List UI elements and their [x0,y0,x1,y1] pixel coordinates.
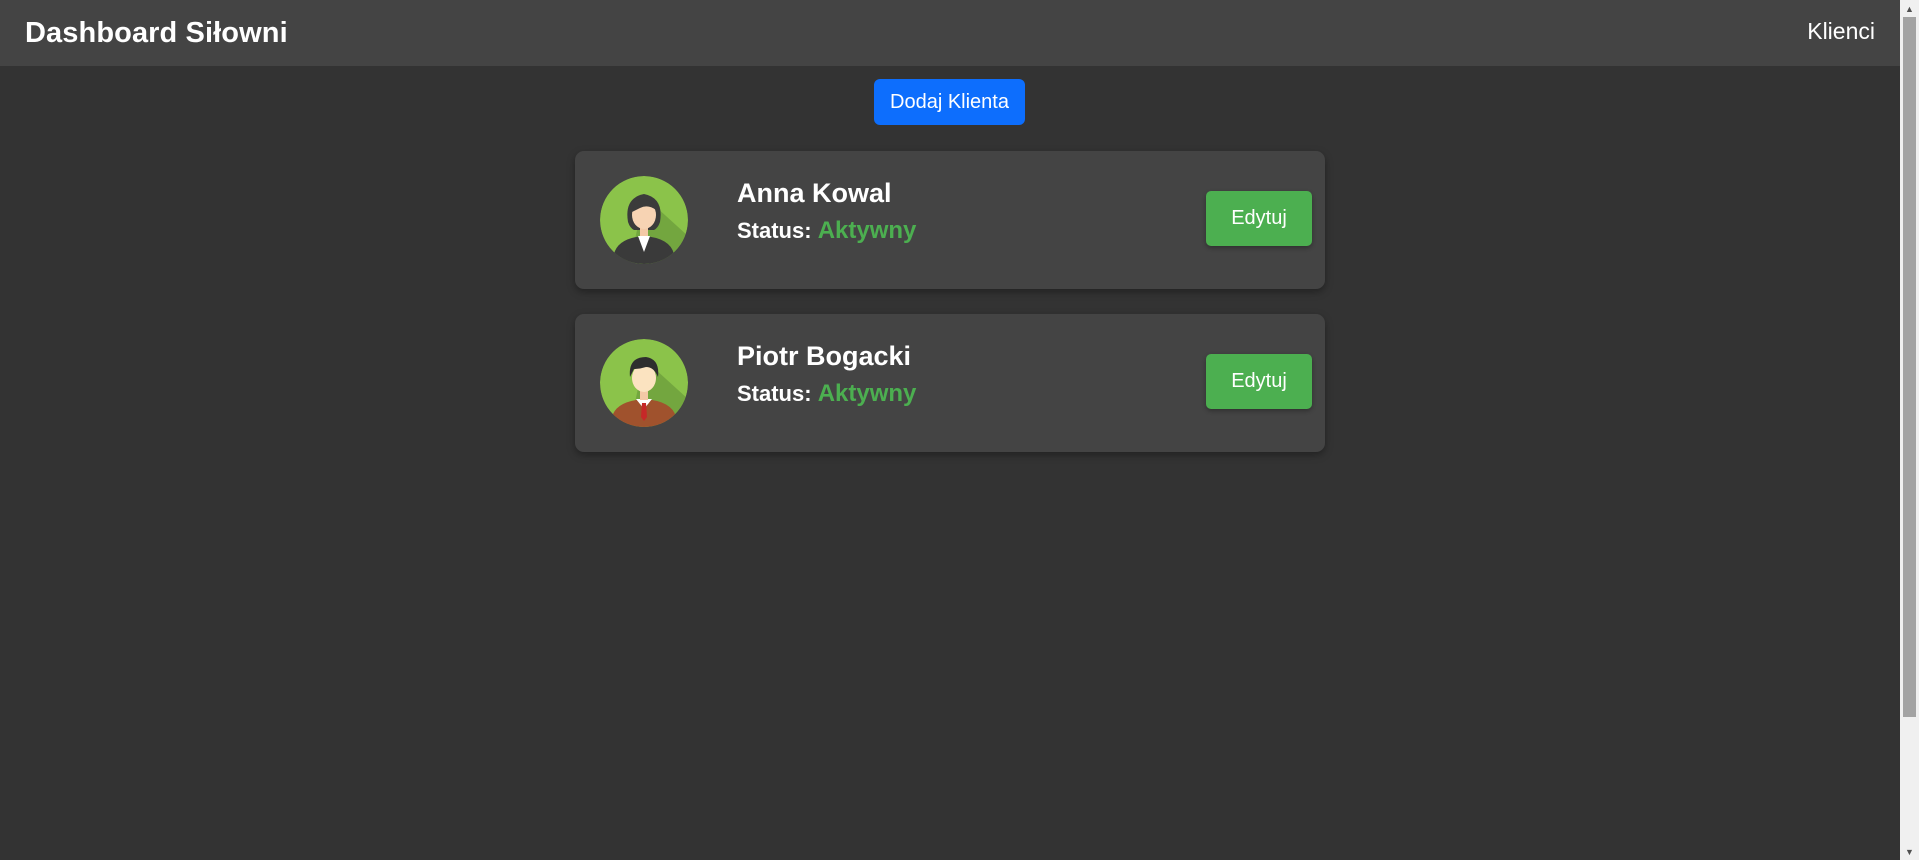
navbar: Dashboard Siłowni Klienci [0,0,1900,66]
client-card: Anna Kowal Status: Aktywny Edytuj [575,151,1325,289]
page-title: Dashboard Siłowni [25,16,288,49]
vertical-scrollbar[interactable]: ▲ ▼ [1900,0,1919,860]
male-avatar-icon [600,339,688,427]
status-badge: Aktywny [817,217,917,245]
client-list: Anna Kowal Status: Aktywny Edytuj Piotr … [575,151,1325,477]
page: Dashboard Siłowni Klienci Dodaj Klienta … [0,0,1900,860]
scrollbar-thumb[interactable] [1903,17,1916,717]
client-info: Piotr Bogacki Status: Aktywny [737,340,916,408]
client-name: Piotr Bogacki [737,341,912,371]
add-client-button[interactable]: Dodaj Klienta [874,79,1025,125]
client-info: Anna Kowal Status: Aktywny [737,177,916,245]
status-label: Status: [737,381,812,407]
client-name: Anna Kowal [737,178,892,208]
edit-client-button[interactable]: Edytuj [1206,191,1312,246]
female-avatar-icon [600,176,688,264]
client-status: Status: Aktywny [737,380,916,408]
edit-client-button[interactable]: Edytuj [1206,354,1312,409]
client-status: Status: Aktywny [737,217,916,245]
scroll-down-arrow-icon[interactable]: ▼ [1900,843,1919,860]
client-card: Piotr Bogacki Status: Aktywny Edytuj [575,314,1325,452]
status-badge: Aktywny [817,380,917,408]
scroll-up-arrow-icon[interactable]: ▲ [1900,0,1919,17]
status-label: Status: [737,218,812,244]
nav-link-clients[interactable]: Klienci [1807,18,1875,45]
